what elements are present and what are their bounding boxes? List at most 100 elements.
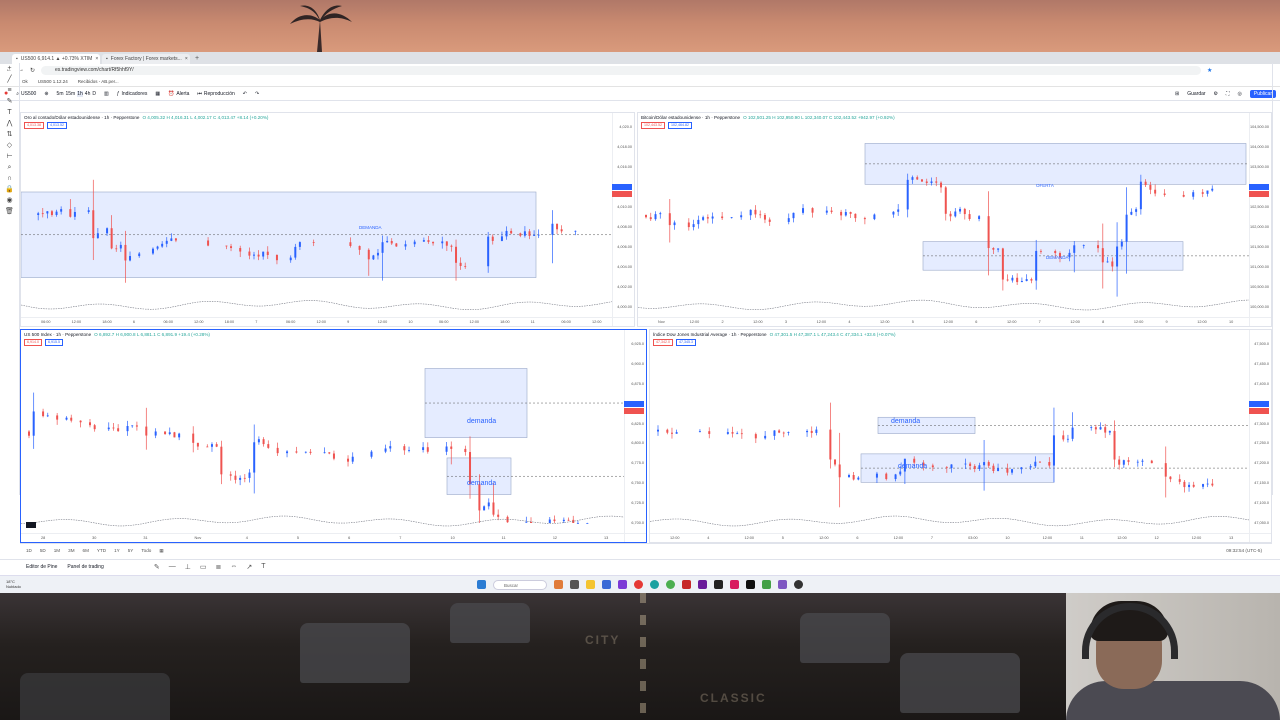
bookmark-item[interactable]: US500 1.12.24 bbox=[38, 79, 68, 84]
buy-button[interactable]: 6,915.5 bbox=[45, 339, 63, 346]
app-icon[interactable] bbox=[698, 580, 707, 589]
compare-icon[interactable]: ⊕ bbox=[44, 91, 48, 97]
chart-panel[interactable]: Oro al contado/Dólar estadounidense · 1h… bbox=[20, 112, 635, 327]
sell-button[interactable]: 102,443.52 bbox=[641, 122, 665, 129]
indicators-button[interactable]: ƒ Indicadores bbox=[117, 91, 148, 97]
calendar-icon[interactable]: ▦ bbox=[159, 548, 163, 554]
magnet-icon[interactable]: ∩ bbox=[7, 175, 12, 183]
app-icon[interactable] bbox=[682, 580, 691, 589]
obs-icon[interactable] bbox=[794, 580, 803, 589]
reload-icon[interactable]: ↻ bbox=[30, 67, 35, 74]
edge-icon[interactable] bbox=[650, 580, 659, 589]
arrow-icon[interactable]: ↗ bbox=[246, 563, 252, 571]
replay-button[interactable]: ⏮ Reproducción bbox=[197, 91, 234, 97]
eye-icon[interactable]: ◉ bbox=[6, 197, 12, 205]
pine-editor-tab[interactable]: Editor de Pine bbox=[26, 564, 57, 570]
app-icon[interactable] bbox=[618, 580, 627, 589]
instagram-icon[interactable] bbox=[730, 580, 739, 589]
brush-icon[interactable]: ✎ bbox=[7, 98, 13, 106]
candlestick-chart[interactable] bbox=[21, 330, 624, 533]
price-axis[interactable]: 4,020.04,018.004,016.004,013.004,010.004… bbox=[612, 113, 634, 326]
lock-icon[interactable]: 🔒 bbox=[5, 186, 14, 194]
undo-icon[interactable]: ↶ bbox=[243, 91, 247, 97]
chart-panel[interactable]: US 500 Index · 1h · Pepperstone O 6,892.7… bbox=[20, 329, 647, 543]
sell-button[interactable]: 47,342.0 bbox=[653, 339, 673, 346]
app-icon[interactable] bbox=[714, 580, 723, 589]
new-tab-button[interactable]: + bbox=[192, 54, 202, 64]
hline-icon[interactable]: ⊥ bbox=[185, 563, 191, 571]
time-axis[interactable]: 12:00 4 12:00 5 12:00 6 12:00 7 03:00 10 12:00 11 12… bbox=[650, 533, 1271, 542]
bookmark-item[interactable]: Ok bbox=[22, 79, 28, 84]
rectangle-icon[interactable]: ▭ bbox=[200, 563, 207, 571]
candlestick-chart[interactable] bbox=[638, 113, 1249, 317]
text-icon[interactable]: T bbox=[261, 563, 265, 571]
pattern-icon[interactable]: ⋀ bbox=[7, 120, 13, 128]
layout-icon[interactable]: ▦ bbox=[155, 91, 160, 97]
fib-icon[interactable]: ≡ bbox=[7, 87, 11, 95]
interval-selector[interactable]: 5m 15m 1h 4h D bbox=[57, 90, 96, 97]
time-axis[interactable]: 06:00 12:00 18:00 6 06:00 12:00 18:00 7 06:00 12:… bbox=[21, 317, 634, 326]
taskbar-search[interactable]: Buscar bbox=[493, 579, 547, 590]
trading-panel-tab[interactable]: Panel de trading bbox=[67, 564, 103, 570]
tab-forex-factory[interactable]: ▪ Forex Factory | Forex markets... × bbox=[102, 54, 190, 64]
redo-icon[interactable]: ↷ bbox=[255, 91, 259, 97]
chart-title[interactable]: US 500 Index · 1h · Pepperstone O 6,892.7… bbox=[24, 332, 210, 337]
time-tick-label: 12:00 bbox=[1117, 536, 1127, 540]
tab-tradingview[interactable]: ▪ US500 6,914.1 ▲ +0.73% XTIM × bbox=[12, 54, 100, 64]
ruler-icon[interactable]: ⊢ bbox=[6, 153, 12, 161]
price-axis[interactable]: 6,925.06,900.06,875.06,850.06,825.06,800… bbox=[624, 330, 646, 542]
chart-panel[interactable]: Bitcoin/Dólar estadounidense · 1h · Pepp… bbox=[637, 112, 1272, 327]
measure-icon[interactable]: ⇔ bbox=[230, 563, 237, 571]
alert-button[interactable]: ⏰ Alerta bbox=[168, 91, 189, 97]
chart-title[interactable]: Índice Dow Jones Industrial Average · 1h… bbox=[653, 332, 896, 337]
close-icon[interactable]: × bbox=[185, 56, 188, 62]
candles-icon[interactable]: ▥ bbox=[104, 91, 109, 97]
buy-button[interactable]: 47,345.3 bbox=[676, 339, 696, 346]
shapes-icon[interactable]: ◇ bbox=[7, 142, 12, 150]
youtube-icon[interactable] bbox=[634, 580, 643, 589]
chart-title[interactable]: Bitcoin/Dólar estadounidense · 1h · Pepp… bbox=[641, 115, 895, 120]
close-icon[interactable]: × bbox=[95, 56, 98, 62]
task-view-icon[interactable] bbox=[570, 580, 579, 589]
crosshair-icon[interactable]: + bbox=[7, 65, 11, 73]
chrome-icon[interactable] bbox=[666, 580, 675, 589]
price-axis[interactable]: 47,500.047,450.047,400.047,350.047,300.0… bbox=[1249, 330, 1271, 542]
file-explorer-icon[interactable] bbox=[586, 580, 595, 589]
candlestick-chart[interactable] bbox=[21, 113, 612, 317]
sell-button[interactable]: 4,013.38 bbox=[24, 122, 44, 129]
time-axis[interactable]: 28 30 31 Nov 4 5 6 7 10 11 12 13 bbox=[21, 533, 646, 542]
time-axis[interactable]: Nov 12:00 2 12:00 3 12:00 4 12:00 5 12:00 6 12:00 7 1… bbox=[638, 317, 1271, 326]
camera-icon[interactable]: ◎ bbox=[1238, 91, 1242, 97]
save-button[interactable]: Guardar bbox=[1187, 91, 1205, 97]
trendline-icon[interactable]: ╱ bbox=[7, 76, 11, 84]
bookmark-star-icon[interactable]: ★ bbox=[1207, 67, 1212, 74]
bookmark-item[interactable]: Recibidos - AB.per... bbox=[78, 79, 119, 84]
app-icon[interactable] bbox=[762, 580, 771, 589]
buy-button[interactable]: 4,013.52 bbox=[47, 122, 67, 129]
widgets-icon[interactable] bbox=[554, 580, 563, 589]
buy-button[interactable]: 102,464.82 bbox=[668, 122, 692, 129]
app-icon[interactable] bbox=[778, 580, 787, 589]
pencil-icon[interactable]: ✎ bbox=[154, 563, 160, 571]
store-icon[interactable] bbox=[602, 580, 611, 589]
fib-icon[interactable]: ≣ bbox=[215, 563, 221, 571]
candlestick-chart[interactable] bbox=[650, 330, 1249, 533]
demand-zone-rect[interactable] bbox=[424, 368, 528, 438]
prediction-icon[interactable]: ⇅ bbox=[7, 131, 13, 139]
fullscreen-icon[interactable]: ⛶ bbox=[1226, 91, 1230, 97]
settings-icon[interactable]: ⚙ bbox=[1214, 91, 1218, 97]
tiktok-icon[interactable] bbox=[746, 580, 755, 589]
chart-panel[interactable]: Índice Dow Jones Industrial Average · 1h… bbox=[649, 329, 1272, 543]
windows-start-icon[interactable] bbox=[477, 580, 486, 589]
chart-title[interactable]: Oro al contado/Dólar estadounidense · 1h… bbox=[24, 115, 268, 120]
url-field[interactable]: es.tradingview.com/chart/Rf5hhf9Y/ bbox=[41, 65, 1202, 75]
clock-readout[interactable]: 09:32:54 (UTC-5) bbox=[1226, 548, 1262, 553]
trash-icon[interactable]: 🗑 bbox=[5, 208, 14, 216]
weather-widget[interactable]: 18°C Nublado bbox=[6, 579, 21, 589]
sell-button[interactable]: 6,914.0 bbox=[24, 339, 42, 346]
zoom-icon[interactable]: ⌕ bbox=[8, 164, 12, 172]
line-icon[interactable]: — bbox=[169, 563, 176, 571]
price-axis[interactable]: 104,500.00104,000.00103,500.00103,000.00… bbox=[1249, 113, 1271, 326]
text-icon[interactable]: T bbox=[7, 109, 11, 117]
grid-layout-icon[interactable]: ⊞ bbox=[1175, 91, 1179, 97]
